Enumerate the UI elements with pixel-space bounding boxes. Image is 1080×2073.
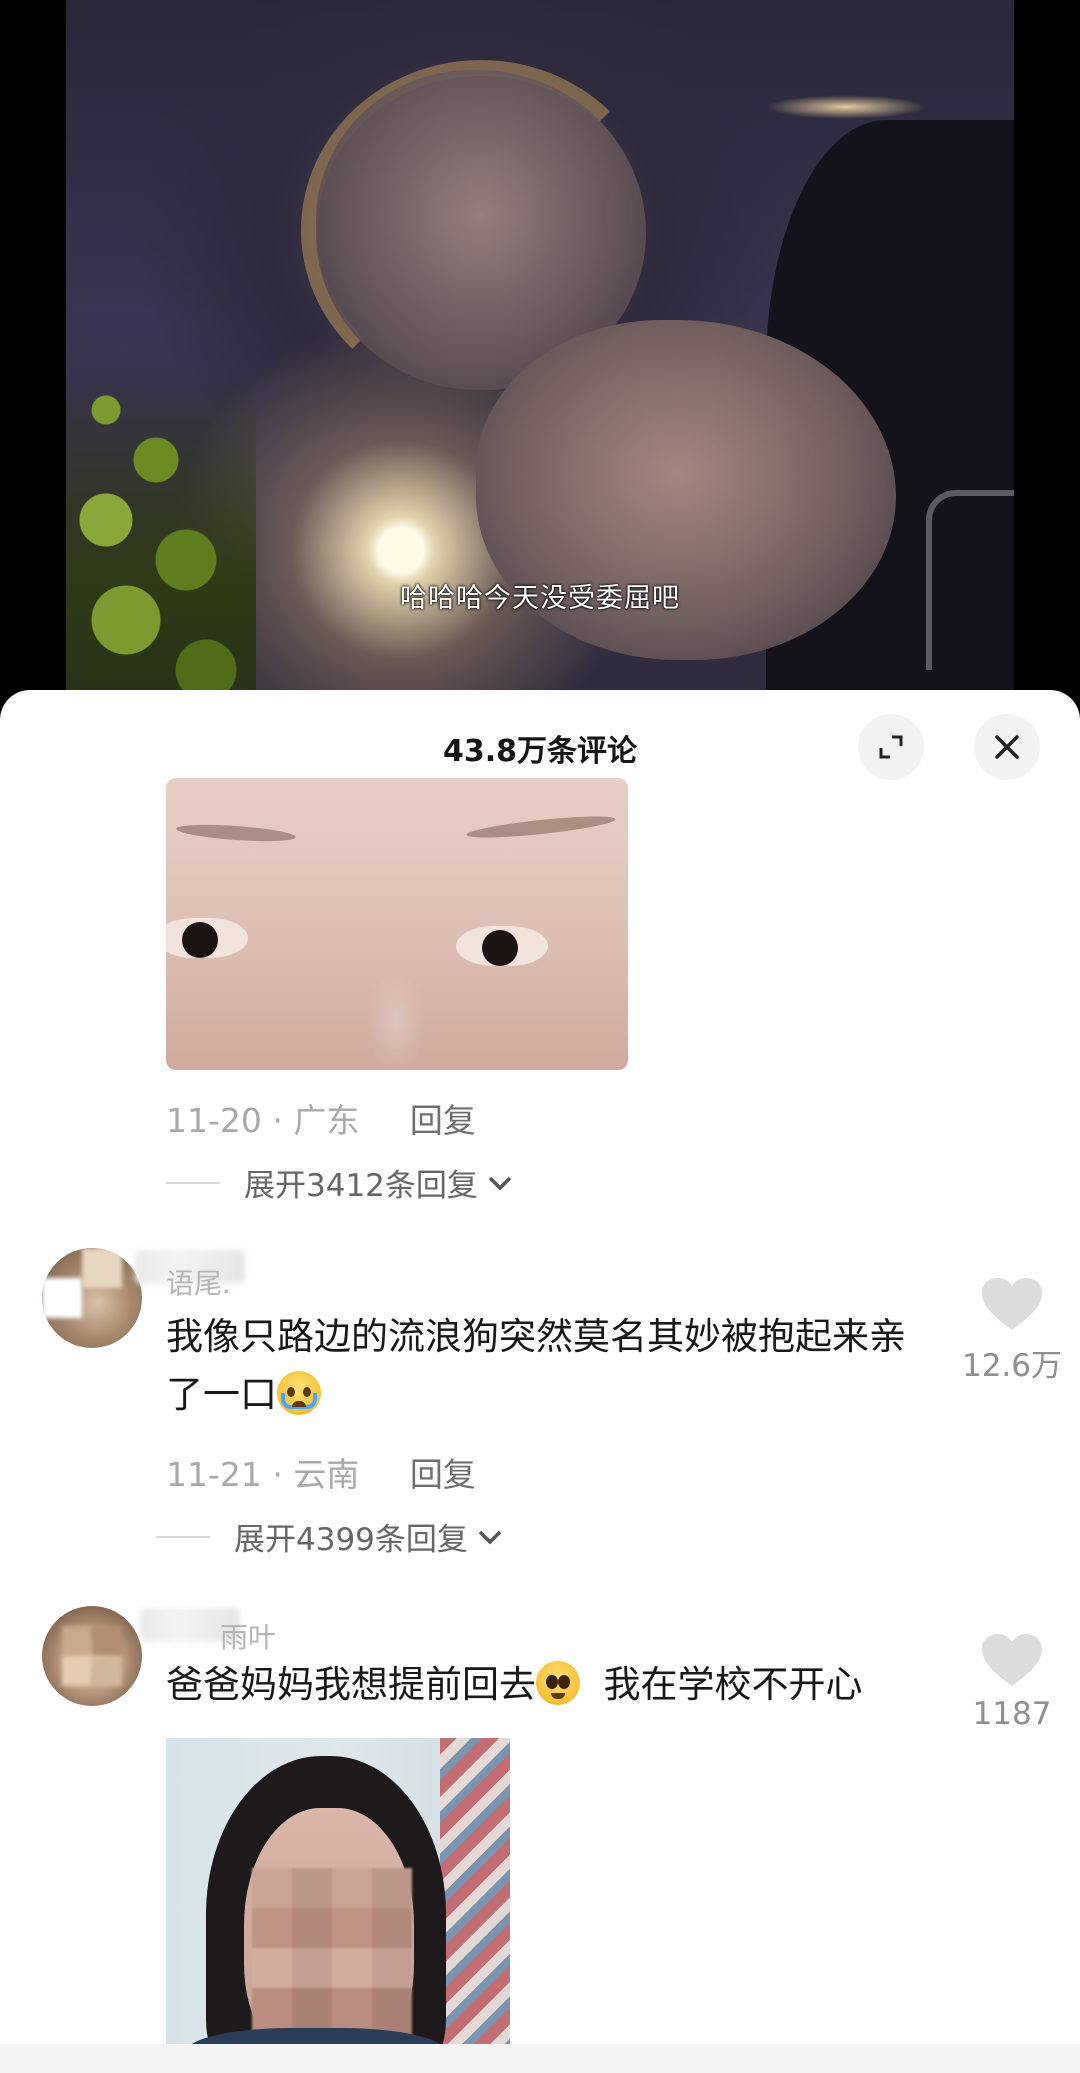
- video-subtitle: 哈哈哈今天没受委屈吧: [400, 583, 680, 614]
- tree-foliage: [66, 370, 256, 720]
- comment-date: 11-20: [166, 1101, 262, 1140]
- background-curtain: [440, 1738, 510, 2058]
- expand-icon: [879, 735, 903, 759]
- comment-text: 我像只路边的流浪狗突然莫名其妙被抱起来亲了一口: [166, 1315, 906, 1416]
- divider-dash: [156, 1535, 210, 1538]
- close-icon: [995, 735, 1019, 759]
- video-player[interactable]: 哈哈哈今天没受委屈吧: [0, 0, 1080, 720]
- nose-bridge: [366, 968, 426, 1070]
- comment-text: 爸爸妈妈我想提前回去 我在学校不开心: [166, 1661, 863, 1706]
- comment-date: 11-21: [166, 1455, 262, 1494]
- comments-sheet: 43.8万条评论 11-20 · 广东 回复 展开3412条回复 语尾. 我像只…: [0, 690, 1080, 2073]
- avatar[interactable]: [42, 1248, 142, 1348]
- heart-icon: [982, 1278, 1042, 1330]
- comment-meta: 11-20 · 广东 回复: [166, 1094, 476, 1142]
- comment-location: · 广东: [272, 1101, 360, 1140]
- left-eyebrow: [175, 821, 297, 845]
- divider-dash: [166, 1181, 220, 1184]
- avatar[interactable]: [42, 1606, 142, 1706]
- reply-button[interactable]: 回复: [410, 1455, 476, 1494]
- expand-replies-label: 展开4399条回复: [234, 1522, 468, 1558]
- comment-location: · 云南: [272, 1455, 360, 1494]
- bottom-input-bar[interactable]: [0, 2044, 1080, 2073]
- loudly-crying-face-icon: [277, 1371, 321, 1415]
- expand-replies-label: 展开3412条回复: [244, 1168, 478, 1204]
- expand-button[interactable]: [858, 714, 924, 780]
- left-eye: [166, 918, 248, 958]
- chevron-down-icon: [478, 1530, 502, 1544]
- comment-image-eyes[interactable]: [166, 778, 628, 1070]
- comment-meta: 11-21 · 云南 回复: [166, 1448, 476, 1496]
- face-mosaic: [252, 1868, 412, 2038]
- like-button[interactable]: 1187: [952, 1634, 1072, 1732]
- right-eye: [456, 926, 548, 966]
- like-count: 12.6万: [961, 1348, 1063, 1384]
- close-button[interactable]: [974, 714, 1040, 780]
- comment-image-selfie[interactable]: [166, 1738, 510, 2058]
- like-button[interactable]: 12.6万: [952, 1278, 1072, 1385]
- reply-button[interactable]: 回复: [410, 1101, 476, 1140]
- chevron-down-icon: [488, 1176, 512, 1190]
- username[interactable]: 雨叶: [220, 1616, 276, 1656]
- username[interactable]: 语尾.: [166, 1262, 231, 1302]
- expand-replies-button[interactable]: 展开4399条回复: [156, 1514, 504, 1559]
- heart-icon: [982, 1634, 1042, 1686]
- street-lamp-glint: [766, 95, 926, 119]
- expand-replies-button[interactable]: 展开3412条回复: [166, 1160, 514, 1205]
- pleading-face-icon: [536, 1661, 580, 1705]
- like-count: 1187: [972, 1696, 1052, 1732]
- right-eyebrow: [465, 812, 617, 842]
